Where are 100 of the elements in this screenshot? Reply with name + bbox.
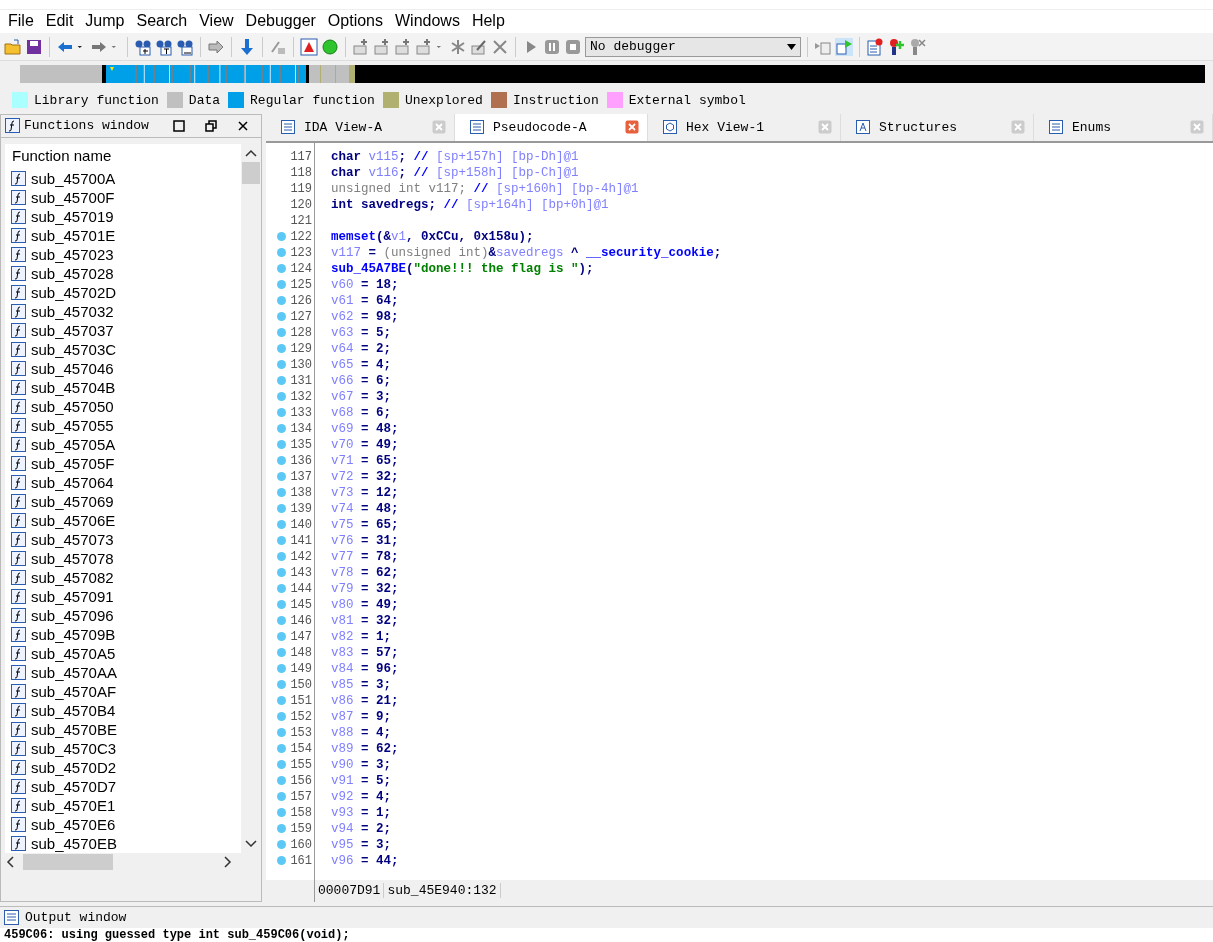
breakpoint-dot[interactable]	[277, 376, 287, 386]
close-icon[interactable]	[237, 119, 249, 132]
function-name[interactable]: sub_4570EB	[31, 834, 117, 852]
breakpoint-dot[interactable]	[277, 760, 287, 770]
tab[interactable]: Pseudocode-A	[455, 113, 648, 141]
breakpoint-dot[interactable]	[277, 440, 287, 450]
breakpoint-dot[interactable]	[277, 280, 287, 290]
warning-icon[interactable]	[300, 37, 318, 56]
add-icon[interactable]	[415, 37, 433, 56]
breakpoint-dot[interactable]	[277, 856, 287, 866]
breakpoint-dot[interactable]	[277, 840, 287, 850]
breakpoint-dot[interactable]	[277, 632, 287, 642]
function-name[interactable]: sub_457055	[31, 416, 114, 434]
function-name[interactable]: sub_45702D	[31, 283, 117, 301]
menu-item[interactable]: Jump	[79, 12, 131, 31]
maximize-icon[interactable]	[173, 119, 185, 132]
function-name[interactable]: sub_457023	[31, 245, 114, 263]
function-name[interactable]: sub_4570E1	[31, 796, 116, 814]
add-icon[interactable]	[352, 37, 370, 56]
breakpoint-dot[interactable]	[277, 776, 287, 786]
function-name[interactable]: sub_457032	[31, 302, 114, 320]
breakpoint-dot[interactable]	[277, 712, 287, 722]
function-name[interactable]: sub_4570AA	[31, 663, 117, 681]
breakpoint-dot[interactable]	[277, 504, 287, 514]
function-name[interactable]: sub_45705A	[31, 435, 116, 453]
function-name[interactable]: sub_4570B4	[31, 701, 116, 719]
function-name[interactable]: sub_45700A	[31, 169, 116, 187]
function-name[interactable]: sub_457046	[31, 359, 114, 377]
function-name[interactable]: sub_4570D2	[31, 758, 117, 776]
breakpoint-dot[interactable]	[277, 728, 287, 738]
breakpoint-list-icon[interactable]	[866, 37, 884, 56]
breakpoint-dot[interactable]	[277, 520, 287, 530]
menu-item[interactable]: Help	[465, 12, 511, 31]
menu-item[interactable]: View	[193, 12, 240, 31]
asterisk-icon[interactable]	[449, 37, 467, 56]
add-breakpoint-icon[interactable]	[887, 37, 905, 56]
breakpoint-dot[interactable]	[277, 456, 287, 466]
function-name[interactable]: sub_457064	[31, 473, 114, 491]
breakpoint-dot[interactable]	[277, 408, 287, 418]
function-name[interactable]: sub_457078	[31, 549, 114, 567]
function-name[interactable]: sub_457019	[31, 207, 114, 225]
breakpoint-dot[interactable]	[277, 360, 287, 370]
add-icon[interactable]	[373, 37, 391, 56]
scroll-thumb[interactable]	[23, 853, 113, 870]
breakpoint-dot[interactable]	[277, 344, 287, 354]
down-arrow-icon[interactable]	[238, 37, 256, 56]
function-name[interactable]: sub_4570C3	[31, 739, 117, 757]
function-name[interactable]: sub_45700F	[31, 188, 115, 206]
menu-item[interactable]: File	[2, 12, 40, 31]
breakpoint-dot[interactable]	[277, 392, 287, 402]
scroll-up-icon[interactable]	[245, 147, 257, 158]
function-name[interactable]: sub_45704B	[31, 378, 116, 396]
breakpoint-dot[interactable]	[277, 232, 287, 242]
breakpoint-dot[interactable]	[277, 648, 287, 658]
function-name[interactable]: sub_457073	[31, 530, 114, 548]
function-name[interactable]: sub_45705F	[31, 454, 115, 472]
debugger-select[interactable]: No debugger	[585, 36, 801, 57]
function-name[interactable]: sub_4570E6	[31, 815, 116, 833]
column-header[interactable]: Function name	[5, 143, 241, 169]
breakpoint-dot[interactable]	[277, 808, 287, 818]
function-name[interactable]: sub_4570BE	[31, 720, 117, 738]
function-name[interactable]: sub_4570AF	[31, 682, 117, 700]
function-name[interactable]: sub_457096	[31, 606, 114, 624]
add-icon[interactable]	[394, 37, 412, 56]
breakpoint-dot[interactable]	[277, 328, 287, 338]
breakpoint-dot[interactable]	[277, 616, 287, 626]
breakpoint-dot[interactable]	[277, 488, 287, 498]
function-name[interactable]: sub_45709B	[31, 625, 116, 643]
stop-icon[interactable]	[564, 37, 582, 56]
function-name[interactable]: sub_45703C	[31, 340, 117, 358]
menu-item[interactable]: Edit	[39, 12, 80, 31]
breakpoint-dot[interactable]	[277, 664, 287, 674]
save-icon[interactable]	[25, 37, 43, 56]
breakpoint-dot[interactable]	[277, 792, 287, 802]
menu-item[interactable]: Options	[321, 12, 389, 31]
function-name[interactable]: sub_457028	[31, 264, 114, 282]
breakpoint-dot[interactable]	[277, 744, 287, 754]
function-name[interactable]: sub_457037	[31, 321, 114, 339]
breakpoint-dot[interactable]	[277, 584, 287, 594]
restore-icon[interactable]	[205, 119, 217, 132]
breakpoint-dot[interactable]	[277, 536, 287, 546]
run-source-icon[interactable]	[835, 37, 853, 56]
breakpoint-dot[interactable]	[277, 600, 287, 610]
breakpoint-dot[interactable]	[277, 568, 287, 578]
navigation-band-drawing[interactable]	[20, 65, 1205, 84]
function-name[interactable]: sub_457082	[31, 568, 114, 586]
menu-item[interactable]: Search	[130, 12, 194, 31]
breakpoint-dot[interactable]	[277, 696, 287, 706]
scroll-down-icon[interactable]	[245, 838, 257, 849]
pause-icon[interactable]	[543, 37, 561, 56]
breakpoint-dot[interactable]	[277, 296, 287, 306]
breakpoint-dot[interactable]	[277, 680, 287, 690]
breakpoint-dot[interactable]	[277, 552, 287, 562]
menu-item[interactable]: Windows	[389, 12, 466, 31]
breakpoint-dot[interactable]	[277, 312, 287, 322]
breakpoint-dot[interactable]	[277, 472, 287, 482]
function-name[interactable]: sub_4570A5	[31, 644, 116, 662]
scroll-right-icon[interactable]	[223, 855, 233, 868]
scroll-left-icon[interactable]	[5, 855, 15, 868]
breakpoint-dot[interactable]	[277, 248, 287, 258]
